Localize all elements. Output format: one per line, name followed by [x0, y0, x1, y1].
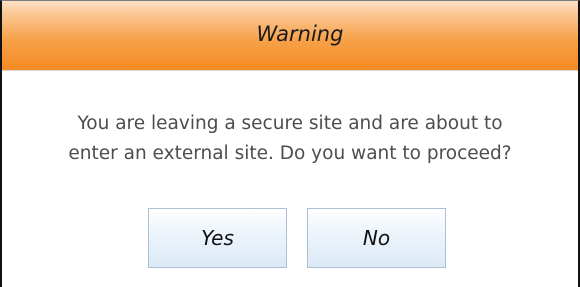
dialog-titlebar: Warning — [2, 1, 578, 71]
warning-dialog: Warning You are leaving a secure site an… — [0, 0, 580, 287]
dialog-message: You are leaving a secure site and are ab… — [2, 109, 578, 169]
dialog-message-line-1: You are leaving a secure site and are ab… — [77, 113, 503, 134]
yes-button[interactable]: Yes — [148, 208, 287, 268]
no-button[interactable]: No — [307, 208, 446, 268]
dialog-title: Warning — [256, 22, 344, 46]
dialog-message-line-2: enter an external site. Do you want to p… — [68, 143, 512, 164]
